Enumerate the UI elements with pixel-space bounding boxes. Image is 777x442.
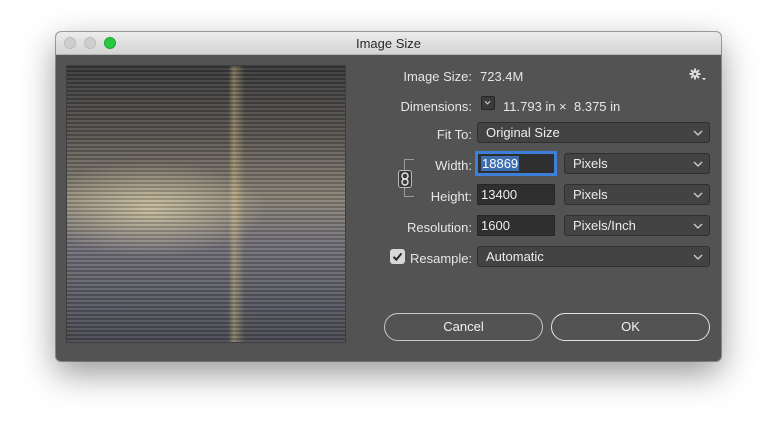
- resolution-label: Resolution:: [406, 220, 472, 235]
- height-label: Height:: [430, 189, 472, 204]
- chevron-down-icon: [693, 192, 703, 198]
- height-input[interactable]: 13400: [477, 184, 555, 205]
- height-unit-select[interactable]: Pixels: [564, 184, 710, 205]
- resolution-value: 1600: [481, 218, 510, 233]
- dimensions-units-menu-button[interactable]: [481, 96, 495, 110]
- dimensions-width-value: 11.793 in: [503, 99, 556, 114]
- chevron-down-icon: [693, 161, 703, 167]
- chevron-down-icon: [693, 130, 703, 136]
- ok-button[interactable]: OK: [551, 313, 710, 341]
- chevron-down-icon: [484, 100, 491, 105]
- height-value: 13400: [481, 187, 518, 202]
- chain-link-icon: [401, 172, 409, 186]
- resample-method-value: Automatic: [486, 249, 544, 264]
- gear-icon[interactable]: [689, 68, 707, 82]
- width-label: Width:: [435, 158, 472, 173]
- chevron-down-icon: [693, 254, 703, 260]
- image-size-dialog: Image Size Image Size: 723.4M Dimensions…: [56, 32, 721, 361]
- chevron-down-icon: [693, 223, 703, 229]
- width-input[interactable]: 18869: [477, 153, 555, 174]
- width-unit-value: Pixels: [573, 156, 608, 171]
- fit-to-value: Original Size: [486, 125, 560, 140]
- width-unit-select[interactable]: Pixels: [564, 153, 710, 174]
- resolution-input[interactable]: 1600: [477, 215, 555, 236]
- image-size-label: Image Size:: [403, 69, 472, 84]
- title-bar: Image Size: [56, 32, 721, 55]
- width-value: 18869: [481, 156, 520, 171]
- image-preview[interactable]: [66, 65, 346, 343]
- resolution-unit-value: Pixels/Inch: [573, 218, 636, 233]
- checkmark-icon: [392, 252, 403, 262]
- dimensions-separator: ×: [559, 99, 567, 114]
- height-unit-value: Pixels: [573, 187, 608, 202]
- image-size-value: 723.4M: [480, 69, 524, 84]
- window-title: Image Size: [355, 36, 422, 51]
- fit-to-label: Fit To:: [436, 127, 472, 142]
- cancel-button[interactable]: Cancel: [384, 313, 543, 341]
- dimensions-label: Dimensions:: [400, 99, 472, 114]
- resample-checkbox[interactable]: [390, 249, 405, 264]
- fit-to-select[interactable]: Original Size: [477, 122, 710, 143]
- dimensions-height-value: 8.375 in: [574, 99, 621, 114]
- resample-method-select[interactable]: Automatic: [477, 246, 710, 267]
- resample-label: Resample:: [410, 251, 473, 266]
- resolution-unit-select[interactable]: Pixels/Inch: [564, 215, 710, 236]
